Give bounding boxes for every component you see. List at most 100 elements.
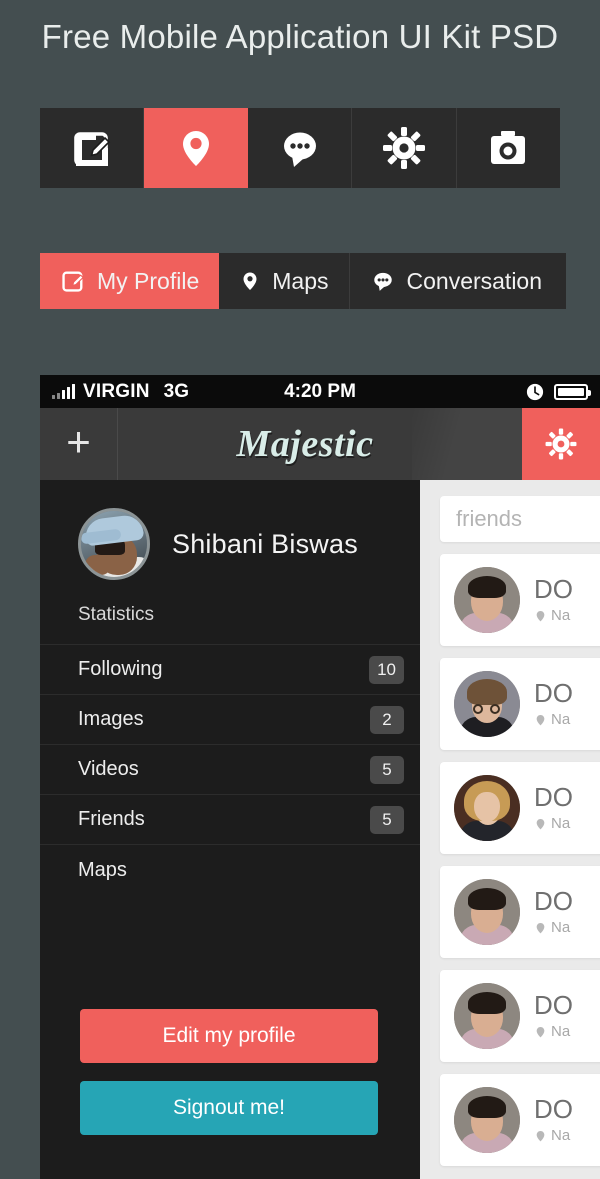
icon-button-chat[interactable] <box>247 108 353 188</box>
battery-full-icon <box>554 383 591 400</box>
settings-button[interactable] <box>522 408 600 480</box>
friend-name: DO <box>534 989 573 1020</box>
compose-icon <box>73 132 110 166</box>
statistics-label: Statistics <box>78 604 155 625</box>
app-header: + Majestic <box>40 408 600 480</box>
location-pin-icon <box>536 1026 545 1037</box>
network-label: 3G <box>163 380 190 402</box>
list-item[interactable]: DO Na <box>440 762 600 854</box>
avatar <box>454 567 520 633</box>
location-pin-icon <box>536 1130 545 1141</box>
friend-name: DO <box>534 1093 573 1124</box>
friend-location: Na <box>534 711 573 728</box>
gear-icon <box>545 428 577 460</box>
list-item-info: DO Na <box>534 573 573 624</box>
menu-item-label: Videos <box>78 758 139 780</box>
add-button[interactable]: + <box>40 408 118 480</box>
tab-conversation[interactable]: Conversation <box>349 253 567 309</box>
avatar <box>78 508 150 580</box>
list-item-info: DO Na <box>534 1093 573 1144</box>
signal-strength-icon <box>52 383 75 399</box>
tab-label: Maps <box>272 267 329 294</box>
friend-name: DO <box>534 573 573 604</box>
friend-location-text: Na <box>551 607 571 625</box>
list-item-info: DO Na <box>534 781 573 832</box>
tab-label: Conversation <box>406 267 543 294</box>
tab-maps[interactable]: Maps <box>219 253 350 309</box>
friend-location-text: Na <box>551 919 571 937</box>
friend-location: Na <box>534 1127 573 1144</box>
friend-location: Na <box>534 607 573 624</box>
location-pin-icon <box>536 610 545 621</box>
avatar <box>454 1087 520 1153</box>
page-root: Free Mobile Application UI Kit PSD My Pr… <box>0 0 600 1179</box>
friends-panel: DO Na <box>420 480 600 1179</box>
list-item-info: DO Na <box>534 989 573 1040</box>
location-pin-icon <box>536 714 545 725</box>
icon-button-settings[interactable] <box>352 108 457 188</box>
compose-icon <box>62 271 84 292</box>
menu-item-following[interactable]: Following 10 <box>40 645 420 695</box>
status-badge: 2 <box>370 705 404 734</box>
tab-my-profile[interactable]: My Profile <box>40 253 220 309</box>
add-button-label: + <box>66 418 91 465</box>
friend-location-text: Na <box>551 1127 571 1145</box>
menu-item-maps[interactable]: Maps <box>40 845 420 895</box>
friend-location: Na <box>534 1023 573 1040</box>
signout-button[interactable]: Signout me! <box>80 1081 378 1135</box>
icon-button-camera[interactable] <box>456 108 561 188</box>
gear-icon <box>382 127 425 169</box>
list-item[interactable]: DO Na <box>440 970 600 1062</box>
app-title: Majestic <box>236 423 374 465</box>
friend-name: DO <box>534 781 573 812</box>
list-item-info: DO Na <box>534 677 573 728</box>
icon-button-compose[interactable] <box>40 108 145 188</box>
status-badge: 10 <box>369 655 404 684</box>
menu-item-videos[interactable]: Videos 5 <box>40 745 420 795</box>
friend-location: Na <box>534 815 573 832</box>
chat-bubble-icon <box>283 132 316 167</box>
menu-item-label: Maps <box>78 858 127 881</box>
friend-location-text: Na <box>551 711 571 729</box>
avatar <box>454 671 520 737</box>
icon-strip <box>40 108 561 188</box>
menu-item-label: Friends <box>78 808 145 830</box>
profile-name: Shibani Biswas <box>172 528 358 559</box>
location-pin-icon <box>536 922 545 933</box>
phone-mockup: VIRGIN 3G 4:20 PM + Majestic Shibani Bis… <box>40 375 600 1179</box>
carrier-label: VIRGIN <box>83 380 150 402</box>
profile-header: Shibani Biswas <box>40 480 420 580</box>
edit-profile-button[interactable]: Edit my profile <box>80 1009 378 1063</box>
menu-item-label: Images <box>78 708 144 730</box>
status-bar: VIRGIN 3G 4:20 PM <box>40 375 600 408</box>
chat-bubble-icon <box>373 272 392 291</box>
location-pin-icon <box>536 818 545 829</box>
status-bar-left: VIRGIN 3G <box>52 381 189 403</box>
clock-icon <box>526 383 544 400</box>
status-bar-right <box>526 383 591 401</box>
search-input[interactable] <box>440 496 600 542</box>
menu-item-label: Following <box>78 658 163 680</box>
friend-name: DO <box>534 677 573 708</box>
friend-location: Na <box>534 919 573 936</box>
friend-location-text: Na <box>551 815 571 833</box>
statistics-menu: Following 10 Images 2 Videos 5 Friends 5 <box>40 644 420 895</box>
avatar <box>454 983 520 1049</box>
location-pin-icon <box>243 272 257 290</box>
list-item[interactable]: DO Na <box>440 554 600 646</box>
app-body: Shibani Biswas Statistics Following 10 I… <box>40 480 600 1179</box>
profile-actions: Edit my profile Signout me! <box>80 1009 378 1135</box>
status-badge: 5 <box>370 755 404 784</box>
app-title-wrap: Majestic <box>118 408 522 480</box>
icon-button-location[interactable] <box>144 108 248 188</box>
tab-bar: My Profile Maps Conversation <box>40 253 567 309</box>
list-item[interactable]: DO Na <box>440 1074 600 1166</box>
list-item[interactable]: DO Na <box>440 866 600 958</box>
profile-panel: Shibani Biswas Statistics Following 10 I… <box>40 480 420 1179</box>
list-item[interactable]: DO Na <box>440 658 600 750</box>
menu-item-friends[interactable]: Friends 5 <box>40 795 420 845</box>
camera-icon <box>491 131 526 164</box>
avatar <box>454 775 520 841</box>
menu-item-images[interactable]: Images 2 <box>40 695 420 745</box>
status-badge: 5 <box>370 805 404 834</box>
